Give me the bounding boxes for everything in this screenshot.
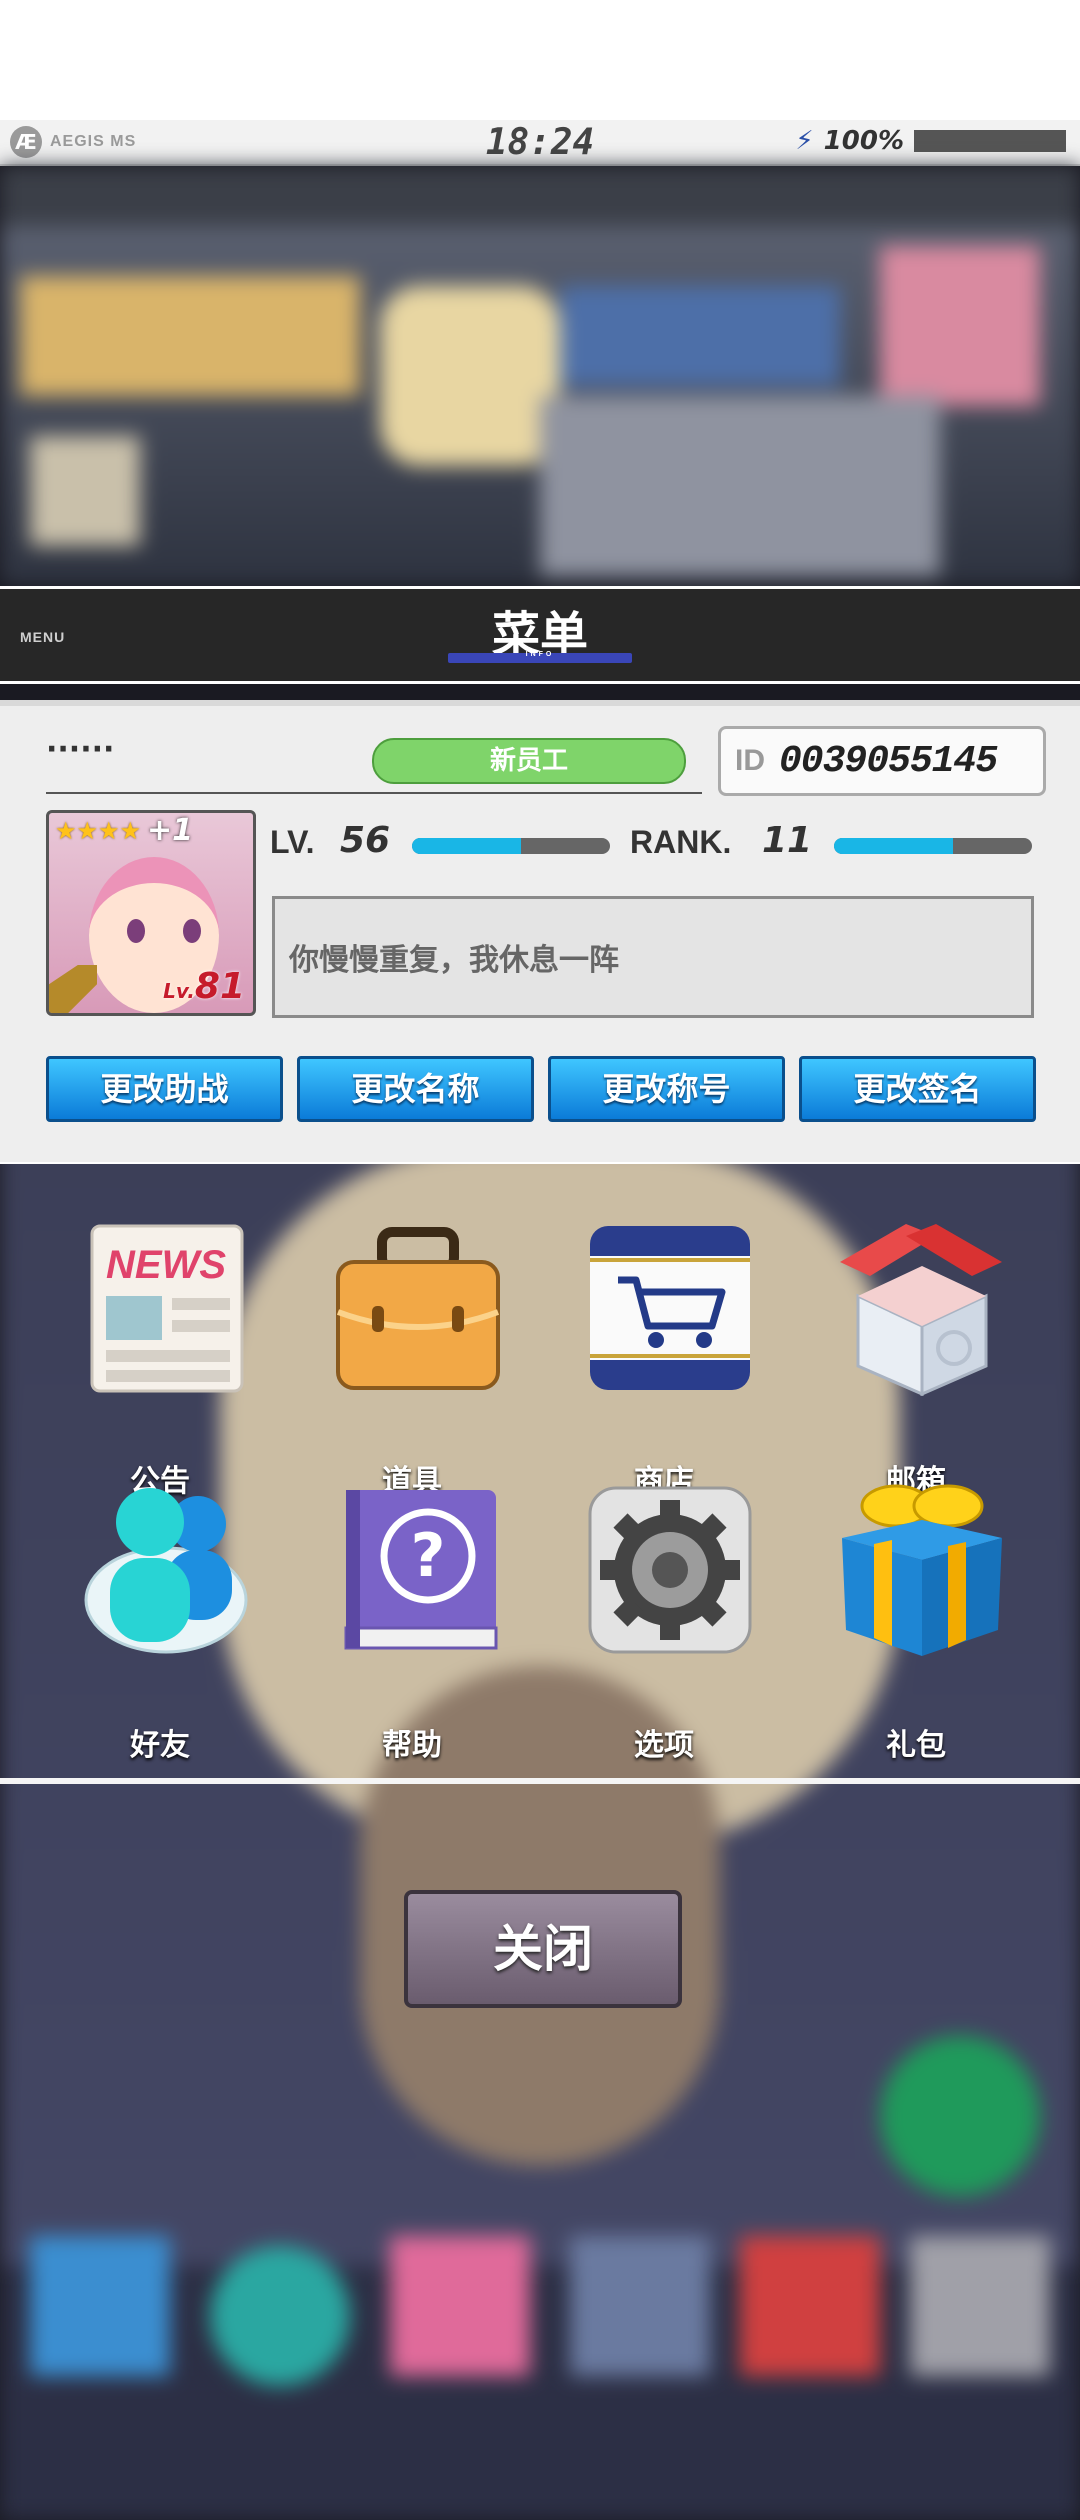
briefcase-icon [332,1216,502,1396]
rank-progress-fill [834,838,953,854]
change-title-button[interactable]: 更改称号 [548,1056,785,1122]
character-eye-right [183,919,201,943]
rank-label: RANK. [630,824,732,860]
lv-progress-bar [412,838,610,854]
battery-percent: 100% [823,126,904,156]
panel-divider [0,1778,1080,1784]
signature-text: 你慢慢重复，我休息一阵 [289,943,619,978]
gift-icon [836,1480,1006,1660]
change-name-button[interactable]: 更改名称 [297,1056,534,1122]
menu-item-items[interactable]: 道具 [312,1216,512,1499]
cart-icon [584,1216,754,1396]
menu-item-label: 礼包 [886,1728,946,1763]
menu-item-help[interactable]: ? 帮助 [312,1480,512,1763]
profile-button-row: 更改助战 更改名称 更改称号 更改签名 [46,1056,1036,1122]
help-art-text: ? [411,1521,446,1591]
news-art-text: NEWS [106,1243,226,1287]
status-bar: Æ AEGIS MS 18:24 ⚡ 100% [0,120,1080,166]
name-underline [46,792,702,794]
rank-progress-bar [834,838,1032,854]
profile-panel: ······ 新员工 ID 0039055145 ★★★★ +1 Lv.81 L… [0,700,1080,1164]
menu-subtitle: INFO [525,651,555,658]
menu-item-options[interactable]: 选项 [564,1480,764,1763]
menu-header: MENU 菜单 INFO [0,586,1080,684]
lv-label: LV. [270,824,315,860]
menu-item-label: 帮助 [382,1728,442,1763]
close-button[interactable]: 关闭 [404,1890,682,2008]
signature-box: 你慢慢重复，我休息一阵 [272,896,1034,1018]
character-level: Lv.81 [163,966,245,1007]
menu-item-mailbox[interactable]: 邮箱 [816,1216,1016,1499]
menu-item-gift[interactable]: 礼包 [816,1480,1016,1763]
character-eye-left [127,919,145,943]
menu-icon-grid: NEWS 公告 道具 商店 邮箱 好友 ? 帮助 选项 礼包 [0,1160,1080,1780]
weapon-type-icon [49,965,97,1013]
battery: ⚡ 100% [795,126,1066,156]
help-book-icon: ? [332,1480,502,1660]
charging-bolt-icon: ⚡ [795,126,814,156]
player-id-box: ID 0039055145 [718,726,1046,796]
id-value: 0039055145 [779,739,998,783]
rank-value: 11 [762,820,813,861]
menu-item-friends[interactable]: 好友 [60,1480,260,1763]
menu-item-label: 好友 [130,1728,190,1763]
change-signature-button[interactable]: 更改签名 [799,1056,1036,1122]
lv-progress-fill [412,838,521,854]
player-name: ······ [46,732,115,767]
player-title-badge: 新员工 [372,738,686,784]
character-level-value: 81 [194,966,245,1007]
menu-item-label: 选项 [634,1728,694,1763]
assist-character-avatar[interactable]: ★★★★ +1 Lv.81 [46,810,256,1016]
mailbox-icon [836,1216,1006,1397]
battery-bar [914,130,1066,152]
battery-fill [914,130,1066,152]
top-blank-area [0,0,1080,120]
news-icon: NEWS [80,1216,250,1396]
limit-break-plus: +1 [147,813,194,848]
gear-icon [584,1480,754,1660]
friends-icon [80,1480,250,1660]
character-level-prefix: Lv. [163,979,195,1003]
menu-item-shop[interactable]: 商店 [564,1216,764,1499]
change-assist-button[interactable]: 更改助战 [46,1056,283,1122]
menu-item-news[interactable]: NEWS 公告 [60,1216,260,1499]
rarity-stars: ★★★★ [55,817,142,845]
id-label: ID [735,744,765,777]
lv-value: 56 [340,820,391,861]
